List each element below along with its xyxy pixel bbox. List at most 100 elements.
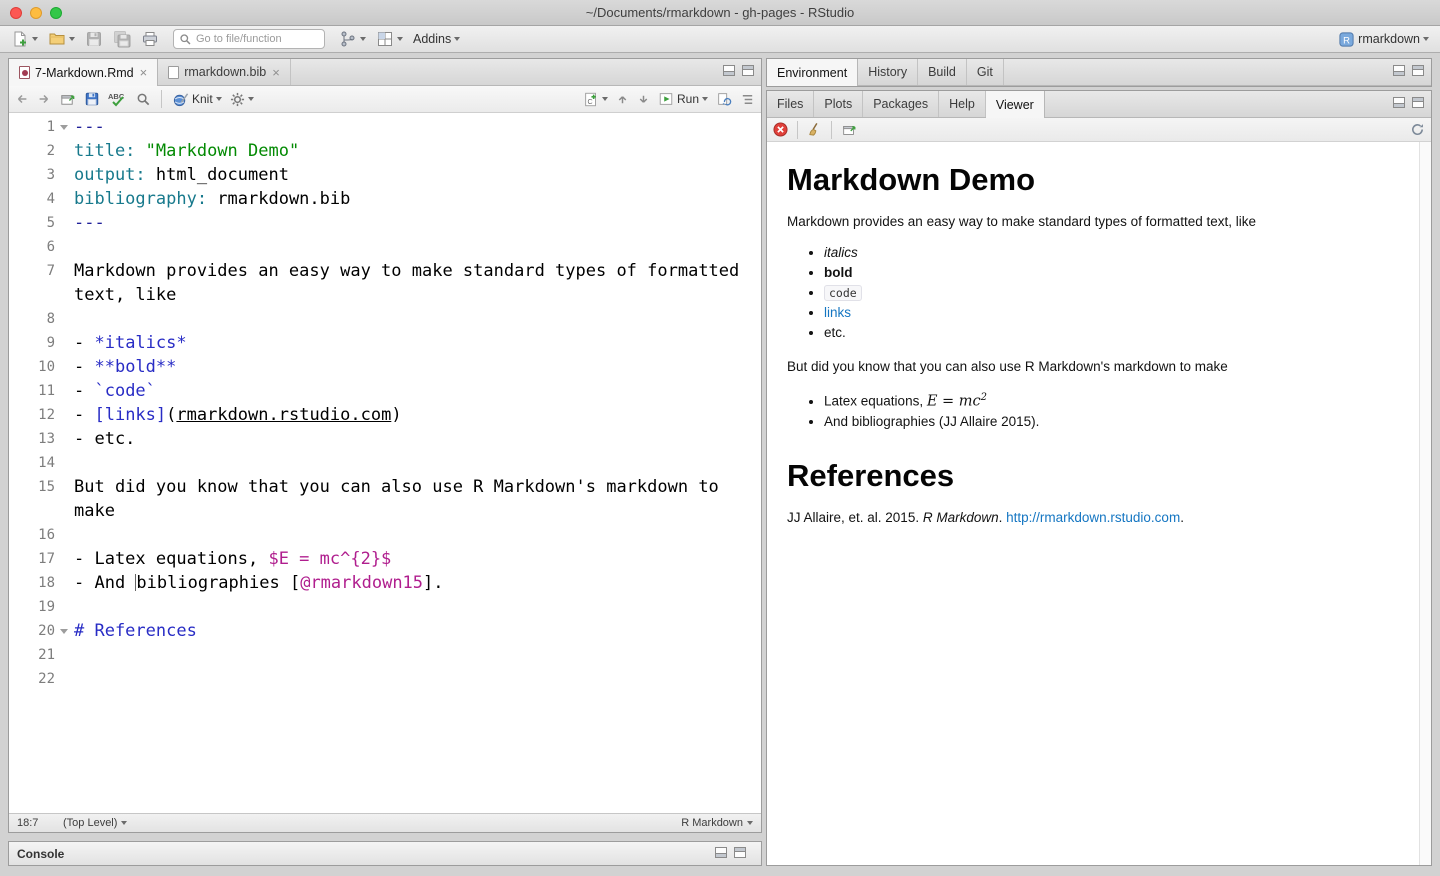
tab-help[interactable]: Help (939, 91, 986, 117)
insert-chunk-button[interactable]: C (583, 91, 608, 108)
code-line[interactable]: 20# References (9, 619, 761, 643)
project-menu-button[interactable]: R rmarkdown (1334, 28, 1433, 51)
code-editor[interactable]: 1---2title: "Markdown Demo"3output: html… (9, 113, 761, 813)
tab-packages[interactable]: Packages (863, 91, 939, 117)
code-line[interactable]: 13- etc. (9, 427, 761, 451)
viewer-text-segment: JJ Allaire, et. al. 2015. (787, 510, 923, 525)
code-line[interactable]: 19 (9, 595, 761, 619)
console-pane: Console (8, 841, 762, 866)
file-type-selector[interactable]: R Markdown (681, 817, 753, 829)
goto-file-input[interactable] (196, 33, 319, 45)
run-button[interactable]: Run (658, 91, 708, 107)
code-line[interactable]: 14 (9, 451, 761, 475)
code-line[interactable]: 10- **bold** (9, 355, 761, 379)
save-button[interactable] (81, 28, 107, 51)
code-line[interactable]: 17- Latex equations, $E = mc^{2}$ (9, 547, 761, 571)
tab-git[interactable]: Git (967, 59, 1004, 85)
code-line[interactable]: 21 (9, 643, 761, 667)
code-token: title: (74, 141, 135, 161)
minimize-viewer-pane-button[interactable] (1393, 95, 1405, 113)
tab-environment[interactable]: Environment (767, 59, 858, 86)
source-tab-rmarkdown.bib[interactable]: rmarkdown.bib× (158, 59, 291, 85)
tab-label: 7-Markdown.Rmd (35, 66, 134, 80)
code-line[interactable]: 1--- (9, 115, 761, 139)
fullscreen-window-button[interactable] (50, 7, 62, 19)
maximize-viewer-pane-button[interactable] (1412, 95, 1424, 113)
fold-arrow-icon[interactable] (55, 115, 74, 139)
tab-history[interactable]: History (858, 59, 918, 85)
code-text: output: html_document (74, 163, 289, 187)
spellcheck-button[interactable]: ABC (108, 91, 128, 107)
tab-plots[interactable]: Plots (814, 91, 863, 117)
code-line[interactable]: 6 (9, 235, 761, 259)
code-line[interactable]: 2title: "Markdown Demo" (9, 139, 761, 163)
rerun-previous-button[interactable] (716, 91, 732, 107)
version-control-button[interactable] (335, 28, 370, 51)
tab-files[interactable]: Files (767, 91, 814, 117)
svg-text:C: C (588, 97, 593, 105)
save-file-button[interactable] (84, 91, 100, 107)
fold-gutter (55, 667, 74, 691)
close-tab-icon[interactable]: × (140, 66, 148, 79)
clear-all-viewer-button[interactable] (807, 122, 822, 137)
viewer-list-1: italicsboldcodelinksetc. (787, 243, 1409, 343)
viewer-scrollbar[interactable] (1419, 142, 1431, 865)
minimize-console-button[interactable] (715, 845, 727, 863)
code-text: --- (74, 115, 105, 139)
tab-viewer[interactable]: Viewer (986, 91, 1045, 118)
clear-viewer-button[interactable] (773, 122, 788, 137)
code-line[interactable]: 5--- (9, 211, 761, 235)
next-chunk-button[interactable] (637, 93, 650, 106)
addins-button[interactable]: Addins (409, 28, 464, 51)
fold-gutter (55, 499, 74, 523)
editor-statusbar: 18:7 (Top Level) R Markdown (9, 813, 761, 832)
line-number: 16 (9, 523, 55, 547)
find-replace-button[interactable] (136, 92, 151, 107)
source-tab-7-Markdown.Rmd[interactable]: 7-Markdown.Rmd × (9, 59, 158, 86)
code-line[interactable]: make (9, 499, 761, 523)
viewer-list-item: etc. (824, 323, 1409, 343)
workspace-panes-button[interactable] (372, 28, 407, 51)
print-button[interactable] (137, 28, 163, 51)
back-button[interactable] (15, 92, 29, 106)
code-line[interactable]: 15But did you know that you can also use… (9, 475, 761, 499)
code-line[interactable]: 9- *italics* (9, 331, 761, 355)
knit-options-button[interactable] (230, 92, 254, 107)
popout-viewer-button[interactable] (841, 122, 857, 138)
source-panel-buttons (716, 59, 761, 85)
minimize-source-pane-button[interactable] (723, 63, 735, 81)
code-line[interactable]: 4bibliography: rmarkdown.bib (9, 187, 761, 211)
code-line[interactable]: text, like (9, 283, 761, 307)
code-line[interactable]: 22 (9, 667, 761, 691)
viewer-link[interactable]: http://rmarkdown.rstudio.com (1006, 510, 1180, 525)
knit-button[interactable]: Knit (172, 91, 222, 108)
code-line[interactable]: 8 (9, 307, 761, 331)
fold-gutter (55, 547, 74, 571)
fold-arrow-icon[interactable] (55, 619, 74, 643)
tab-build[interactable]: Build (918, 59, 967, 85)
code-line[interactable]: 7Markdown provides an easy way to make s… (9, 259, 761, 283)
code-token: rmarkdown.rstudio.com (176, 405, 391, 425)
previous-chunk-button[interactable] (616, 93, 629, 106)
code-line[interactable]: 11- `code` (9, 379, 761, 403)
code-line[interactable]: 3output: html_document (9, 163, 761, 187)
minimize-environment-pane-button[interactable] (1393, 63, 1405, 81)
new-file-button[interactable] (7, 28, 42, 51)
code-line[interactable]: 12- [links](rmarkdown.rstudio.com) (9, 403, 761, 427)
viewer-link[interactable]: links (824, 305, 851, 320)
minimize-window-button[interactable] (30, 7, 42, 19)
document-outline-button[interactable] (740, 92, 755, 107)
open-file-button[interactable] (44, 28, 79, 51)
maximize-environment-pane-button[interactable] (1412, 63, 1424, 81)
forward-button[interactable] (37, 92, 51, 106)
scope-selector[interactable]: (Top Level) (63, 817, 127, 829)
refresh-viewer-button[interactable] (1410, 122, 1425, 137)
close-tab-icon[interactable]: × (272, 66, 280, 79)
maximize-console-button[interactable] (734, 845, 746, 863)
code-line[interactable]: 16 (9, 523, 761, 547)
code-line[interactable]: 18- And bibliographies [@rmarkdown15]. (9, 571, 761, 595)
close-window-button[interactable] (10, 7, 22, 19)
save-all-button[interactable] (109, 28, 135, 51)
popout-editor-button[interactable] (59, 91, 76, 108)
maximize-source-pane-button[interactable] (742, 63, 754, 81)
